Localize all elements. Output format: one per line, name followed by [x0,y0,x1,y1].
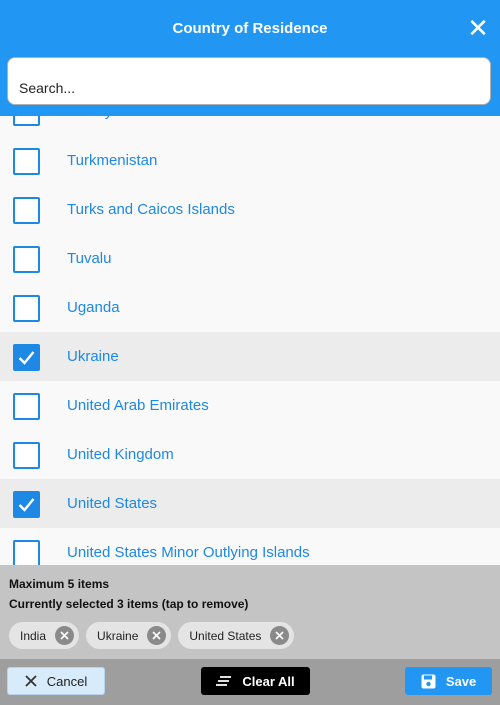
clear-all-button[interactable]: Clear All [201,667,310,695]
chip-label: Ukraine [97,628,139,643]
list-item[interactable]: United States Minor Outlying Islands [0,528,500,565]
list-item-label: United Kingdom [67,446,174,463]
checkbox-unchecked[interactable] [13,246,40,273]
list-item[interactable]: Turkmenistan [0,136,500,185]
list-item[interactable]: United Kingdom [0,430,500,479]
selected-count-text: Currently selected 3 items (tap to remov… [9,597,249,611]
list-item-label: Tuvalu [67,250,112,267]
close-icon[interactable]: ✕ [466,14,490,42]
list-item-label: Turks and Caicos Islands [67,201,235,218]
list-item[interactable]: Turkey [0,116,500,136]
list-item-label: Turkey [67,116,112,120]
remove-circle-icon[interactable] [270,626,290,645]
list-item-label: Ukraine [67,348,119,365]
list-item[interactable]: United States [0,479,500,528]
checkbox-unchecked[interactable] [13,540,40,565]
cancel-button-label: Cancel [46,673,88,689]
remove-circle-icon[interactable] [55,626,75,645]
close-icon [25,675,37,687]
max-items-text: Maximum 5 items [9,577,110,591]
search-input[interactable] [7,57,491,105]
country-list[interactable]: Turkey Turkmenistan Turks and Caicos Islan… [0,116,500,565]
checkbox-checked[interactable] [13,491,40,518]
selected-chips: India Ukraine United States [9,622,295,649]
checkbox-unchecked[interactable] [13,197,40,224]
list-item-label: Turkmenistan [67,152,158,169]
checkbox-unchecked[interactable] [13,116,40,126]
save-button[interactable]: Save [405,667,492,695]
checkbox-unchecked[interactable] [13,148,40,175]
selection-panel: Maximum 5 items Currently selected 3 ite… [0,565,500,659]
cancel-button[interactable]: Cancel [7,667,105,695]
checkbox-checked[interactable] [13,344,40,371]
list-item[interactable]: Tuvalu [0,234,500,283]
clear-lines-icon [216,675,232,687]
remove-circle-icon[interactable] [147,626,167,645]
checkmark-icon [18,498,35,512]
list-item-label: United States [67,495,158,512]
dialog-header: Country of Residence ✕ [0,0,500,116]
chip-label: United States [189,628,262,643]
floppy-disk-icon [421,674,436,689]
selected-chip[interactable]: United States [178,622,295,649]
action-bar: Cancel Clear All Save [0,659,500,705]
country-list-items: Turkey Turkmenistan Turks and Caicos Islan… [0,116,500,565]
chip-label: India [20,628,47,643]
checkbox-unchecked[interactable] [13,295,40,322]
checkmark-icon [18,351,35,365]
save-button-label: Save [445,673,477,689]
list-item-label: Uganda [67,299,120,316]
dialog-title: Country of Residence [172,20,328,37]
list-item[interactable]: Ukraine [0,332,500,381]
list-item[interactable]: United Arab Emirates [0,381,500,430]
clear-all-button-label: Clear All [242,673,295,689]
checkbox-unchecked[interactable] [13,393,40,420]
list-item-label: United Arab Emirates [67,397,209,414]
checkbox-unchecked[interactable] [13,442,40,469]
list-item-label: United States Minor Outlying Islands [67,544,310,561]
selected-chip[interactable]: India [9,622,80,649]
list-item[interactable]: Uganda [0,283,500,332]
selected-chip[interactable]: Ukraine [86,622,172,649]
list-item[interactable]: Turks and Caicos Islands [0,185,500,234]
